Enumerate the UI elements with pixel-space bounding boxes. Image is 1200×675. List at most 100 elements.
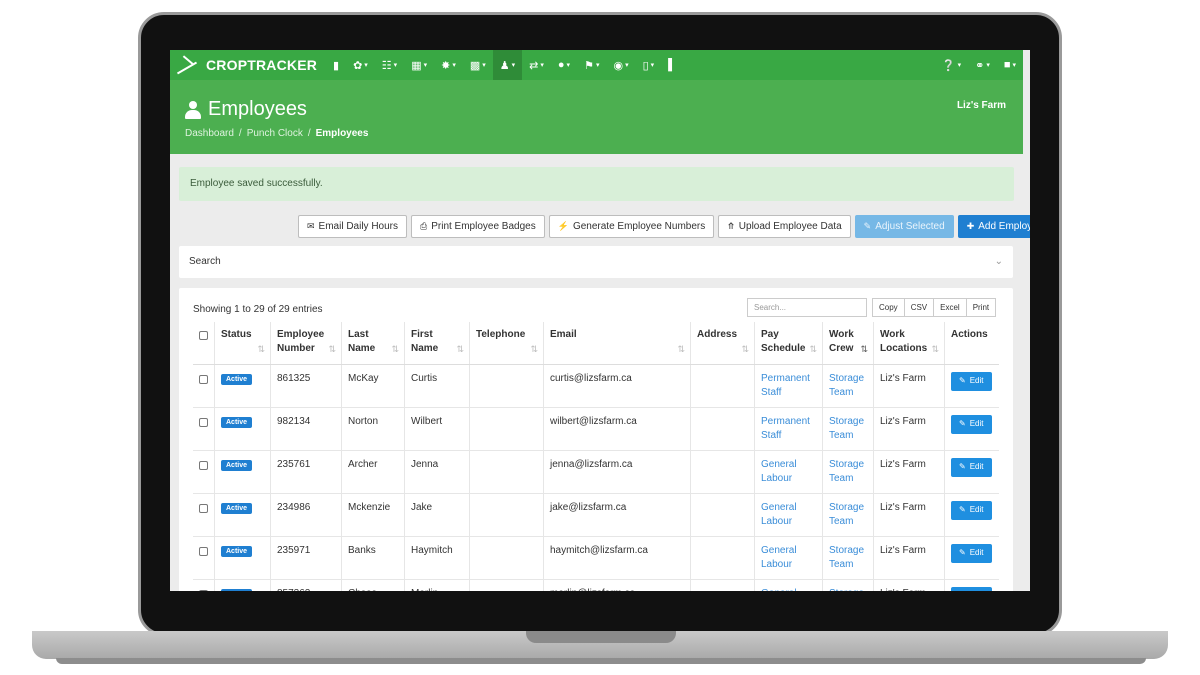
excel-button[interactable]: Excel [933,298,967,317]
brand-logo[interactable]: CROPTRACKER [170,55,326,75]
farm-icon[interactable]: ■ ▾ [997,50,1023,80]
upload-data-label: Upload Employee Data [738,221,842,232]
email-cell: curtis@lizsfarm.ca [543,364,691,408]
work-crew-link-line1[interactable]: Storage [829,459,864,470]
status-cell: Active [214,450,271,494]
work-crew-link-line2[interactable]: Team [829,559,853,570]
edit-button[interactable]: ✎Edit [951,543,992,563]
row-checkbox[interactable] [199,460,208,470]
work-crew-cell: Storage [822,579,874,592]
pin-icon[interactable]: ● ▾ [551,50,577,80]
row-checkbox[interactable] [199,417,208,427]
copy-button[interactable]: Copy [872,298,905,317]
print-button[interactable]: Print [965,298,997,317]
work-crew-link-line1[interactable]: Storage [829,373,864,384]
work-locations-header-line1: Work [880,329,905,340]
pay-schedule-link-line1[interactable]: Permanent [761,416,810,427]
edit-button[interactable]: ✎Edit [951,500,992,520]
pay-schedule-link-line2[interactable]: Labour [761,559,792,570]
status-header[interactable]: Status ⇅ [214,322,271,365]
work-crew-header[interactable]: Work Crew ⇅ [822,322,874,365]
bookmark-icon[interactable]: ▮ [326,50,346,80]
table-search-input[interactable]: Search... [747,298,867,317]
sort-icon: ⇅ [931,343,939,354]
email-header[interactable]: Email ⇅ [543,322,691,365]
employee-number-header-line2: Number [277,343,315,354]
add-employee-button[interactable]: ✚ Add Employee [957,215,1030,238]
pay-schedule-link-line1[interactable]: General [761,459,797,470]
edit-button[interactable]: ✎Edit [951,457,992,477]
first-name-header[interactable]: First Name ⇅ [404,322,470,365]
generate-numbers-button[interactable]: ⚡ Generate Employee Numbers [548,215,715,238]
work-crew-link-line2[interactable]: Team [829,430,853,441]
address-cell [690,579,755,591]
virus-icon[interactable]: ✸ ▾ [434,50,463,80]
address-cell [690,493,755,537]
work-locations-header[interactable]: Work Locations ⇅ [873,322,945,365]
pay-schedule-link-line2[interactable]: Labour [761,473,792,484]
laptop-notch [526,631,676,643]
row-checkbox[interactable] [199,503,208,513]
first-name-cell: Curtis [404,364,470,408]
edit-button[interactable]: ✎Edit [951,371,992,391]
work-crew-link-line2[interactable]: Team [829,473,853,484]
employee-icon[interactable]: ♟ ▾ [492,50,523,80]
breadcrumb-dashboard[interactable]: Dashboard [185,128,234,139]
email-cell: jenna@lizsfarm.ca [543,450,691,494]
row-checkbox[interactable] [199,589,208,591]
mobile-icon[interactable]: ▯ ▾ [636,50,662,80]
basket-icon[interactable]: ☷ ▾ [375,50,404,80]
row-select-cell [193,407,215,451]
work-crew-link-line1[interactable]: Storage [829,502,864,513]
pay-schedule-link-line2[interactable]: Staff [761,387,781,398]
work-crew-link-line2[interactable]: Team [829,387,853,398]
toolbar: ✉ Email Daily Hours ⎙ Print Employee Bad… [298,215,1030,238]
chart-icon[interactable]: ▌ [661,50,683,80]
edit-label: Edit [969,505,984,514]
print-badges-button[interactable]: ⎙ Print Employee Badges [411,215,545,238]
help-icon[interactable]: ❔ ▾ [935,50,968,80]
croptracker-logo-icon [174,55,202,75]
support-icon[interactable]: ⚭ ▾ [968,50,997,80]
adjust-selected-button[interactable]: ✎ Adjust Selected [854,215,954,238]
employee-number-cell: 857362 [270,579,342,591]
printer-icon: ⎙ [420,221,428,231]
csv-button[interactable]: CSV [903,298,935,317]
laptop-base-shadow [56,658,1146,664]
table-header-row: Status ⇅ Employee Number ⇅ Last Name ⇅ First N… [193,322,999,365]
telephone-header[interactable]: Telephone ⇅ [469,322,544,365]
edit-button[interactable]: ✎Edit [951,414,992,434]
building-icon[interactable]: ▦ ▾ [404,50,434,80]
pay-schedule-link-line1[interactable]: General [761,545,797,556]
vehicle-icon[interactable]: ▩ ▾ [463,50,493,80]
row-checkbox[interactable] [199,546,208,556]
work-location-cell: Liz's Farm [873,450,945,494]
last-name-header[interactable]: Last Name ⇅ [341,322,405,365]
breadcrumb-punch-clock[interactable]: Punch Clock [247,128,303,139]
employee-number-header[interactable]: Employee Number ⇅ [270,322,342,365]
farm-name[interactable]: Liz's Farm [957,100,1006,111]
pay-schedule-link-line1[interactable]: Permanent [761,373,810,384]
pay-schedule-link-line1[interactable]: General [761,588,797,592]
pay-schedule-link-line1[interactable]: General [761,502,797,513]
search-panel-toggle[interactable]: Search ⌄ [179,246,1013,278]
work-crew-link-line1[interactable]: Storage [829,416,864,427]
row-checkbox[interactable] [199,374,208,384]
transfer-icon[interactable]: ⇄ ▾ [522,50,551,80]
pay-schedule-link-line2[interactable]: Staff [761,430,781,441]
edit-button[interactable]: ✎Edit [951,586,992,591]
select-all-checkbox[interactable] [199,331,208,340]
upload-data-button[interactable]: ⤊ Upload Employee Data [718,215,851,238]
work-crew-link-line1[interactable]: Storage [829,545,864,556]
work-crew-header-line1: Work [829,329,854,340]
email-daily-hours-button[interactable]: ✉ Email Daily Hours [298,215,408,238]
work-crew-link-line2[interactable]: Team [829,516,853,527]
pay-schedule-header-line2: Schedule [761,343,806,354]
pay-schedule-link-line2[interactable]: Labour [761,516,792,527]
bulb-icon[interactable]: ◉ ▾ [606,50,635,80]
address-header[interactable]: Address ⇅ [690,322,755,365]
leaf-icon[interactable]: ✿ ▾ [346,50,375,80]
work-crew-link-line1[interactable]: Storage [829,588,864,592]
flag-icon[interactable]: ⚑ ▾ [577,50,606,80]
pay-schedule-header[interactable]: Pay Schedule ⇅ [754,322,823,365]
